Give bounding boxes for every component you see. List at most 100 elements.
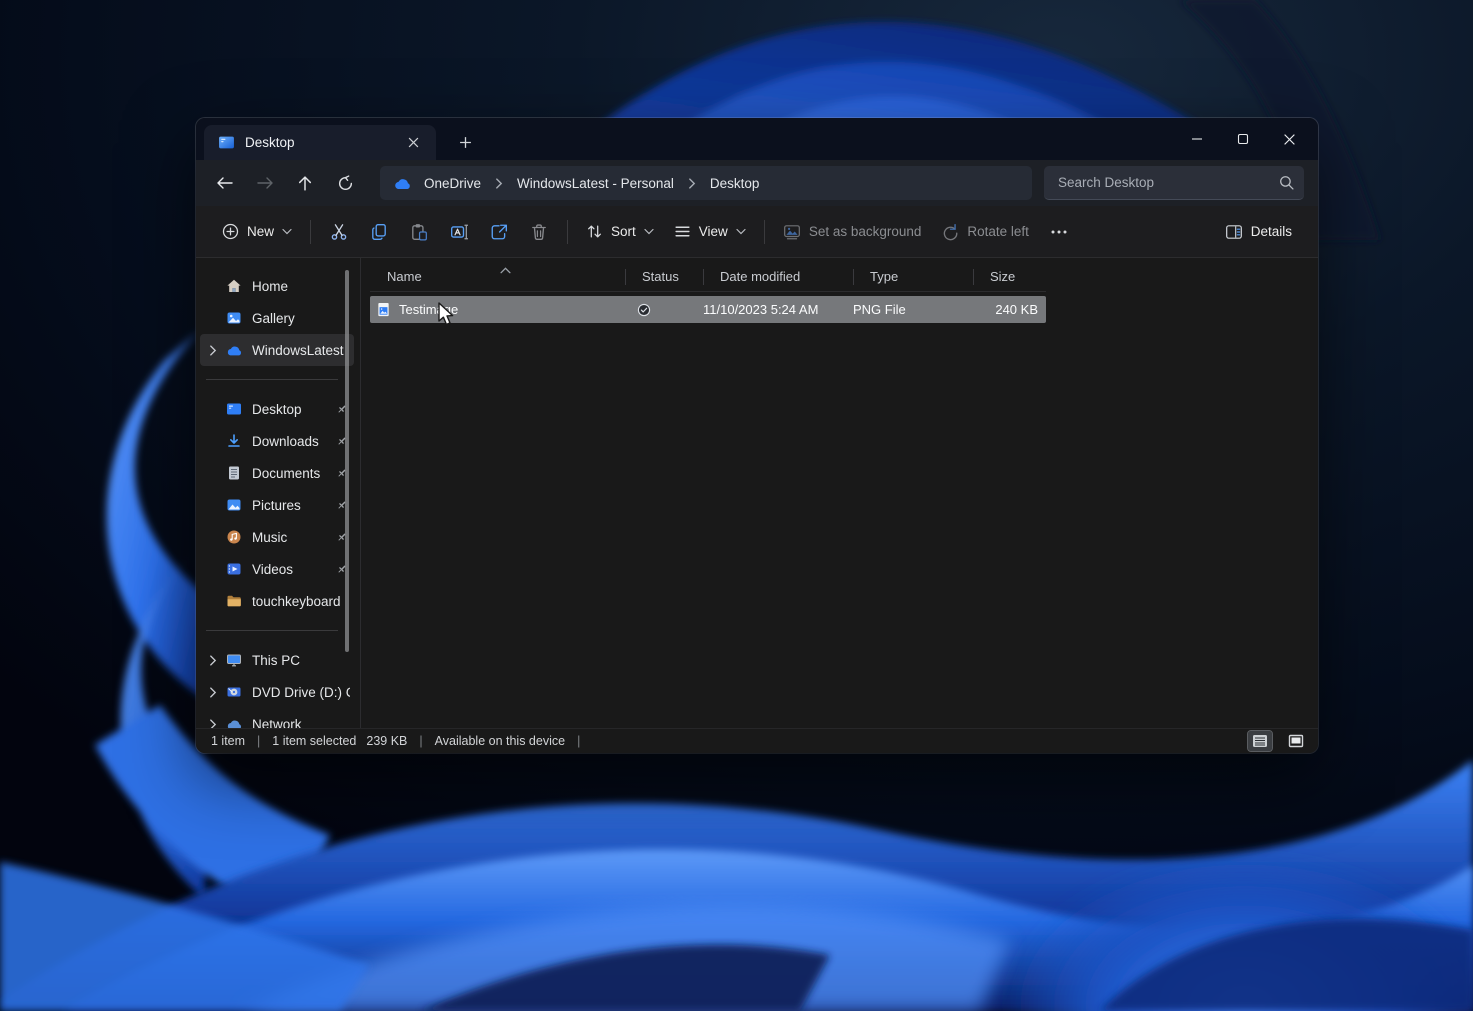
thumbnail-view-toggle[interactable] bbox=[1284, 731, 1308, 751]
view-button[interactable]: View bbox=[664, 214, 756, 250]
sidebar-item-onedrive-windowslatest[interactable]: WindowsLatest bbox=[200, 334, 354, 366]
sidebar-scrollbar[interactable] bbox=[345, 270, 349, 652]
sidebar-item-gallery[interactable]: Gallery bbox=[200, 302, 354, 334]
sidebar-item-dvd-drive[interactable]: DVD Drive (D:) C bbox=[200, 676, 354, 708]
gallery-icon bbox=[224, 310, 244, 326]
sidebar-separator bbox=[206, 379, 338, 380]
sidebar-item-this-pc[interactable]: This PC bbox=[200, 644, 354, 676]
png-file-icon bbox=[376, 302, 391, 317]
folder-icon bbox=[224, 593, 244, 609]
share-button[interactable] bbox=[479, 214, 519, 250]
column-header-status[interactable]: Status bbox=[625, 262, 703, 291]
file-list: Name Status Date modified Type Size bbox=[361, 258, 1318, 728]
set-as-background-button[interactable]: Set as background bbox=[773, 214, 932, 250]
ellipsis-icon bbox=[1051, 230, 1067, 234]
sort-button[interactable]: Sort bbox=[576, 214, 664, 250]
status-bar: 1 item | 1 item selected 239 KB | Availa… bbox=[196, 728, 1318, 753]
sidebar-item-music[interactable]: Music bbox=[200, 521, 354, 553]
status-item-count: 1 item bbox=[211, 734, 245, 748]
tab-close-icon[interactable] bbox=[400, 131, 426, 155]
more-options-button[interactable] bbox=[1039, 214, 1079, 250]
chevron-right-icon[interactable] bbox=[204, 687, 222, 698]
column-headers: Name Status Date modified Type Size bbox=[370, 262, 1046, 292]
sync-status-check-icon bbox=[637, 303, 651, 317]
videos-icon bbox=[224, 561, 244, 577]
sidebar-item-network[interactable]: Network bbox=[200, 708, 354, 728]
up-button[interactable] bbox=[286, 166, 324, 200]
file-explorer-window: Desktop bbox=[196, 118, 1318, 753]
breadcrumb-chevron-icon[interactable] bbox=[493, 178, 505, 189]
breadcrumb-chevron-icon[interactable] bbox=[686, 178, 698, 189]
search-icon bbox=[1279, 175, 1294, 190]
music-icon bbox=[224, 529, 244, 545]
onedrive-icon bbox=[224, 344, 244, 356]
cut-icon bbox=[330, 223, 348, 241]
sort-ascending-icon bbox=[500, 262, 511, 277]
set-as-background-label: Set as background bbox=[809, 224, 922, 239]
view-label: View bbox=[699, 224, 728, 239]
sidebar-item-documents[interactable]: Documents bbox=[200, 457, 354, 489]
chevron-down-icon bbox=[736, 228, 746, 235]
details-view-icon bbox=[1252, 734, 1268, 748]
sidebar-item-videos[interactable]: Videos bbox=[200, 553, 354, 585]
new-button[interactable]: New bbox=[212, 214, 302, 250]
share-icon bbox=[490, 223, 508, 241]
delete-button[interactable] bbox=[519, 214, 559, 250]
forward-button[interactable] bbox=[246, 166, 284, 200]
copy-button[interactable] bbox=[359, 214, 399, 250]
breadcrumb-item-desktop[interactable]: Desktop bbox=[702, 173, 768, 194]
tab-desktop[interactable]: Desktop bbox=[204, 125, 436, 160]
pictures-icon bbox=[224, 497, 244, 513]
rotate-left-button[interactable]: Rotate left bbox=[931, 214, 1039, 250]
cut-button[interactable] bbox=[319, 214, 359, 250]
rename-icon bbox=[450, 223, 468, 241]
sidebar-separator bbox=[206, 630, 338, 631]
rotate-left-label: Rotate left bbox=[967, 224, 1029, 239]
toolbar-separator bbox=[764, 220, 765, 244]
close-button[interactable] bbox=[1266, 118, 1312, 160]
sidebar-item-desktop[interactable]: Desktop bbox=[200, 393, 354, 425]
breadcrumb-item-account[interactable]: WindowsLatest - Personal bbox=[509, 173, 682, 194]
navigation-bar: OneDrive WindowsLatest - Personal Deskto… bbox=[196, 160, 1318, 206]
refresh-button[interactable] bbox=[326, 166, 364, 200]
tab-bar: Desktop bbox=[196, 118, 1318, 160]
details-button[interactable]: Details bbox=[1215, 214, 1302, 250]
sidebar-item-pictures[interactable]: Pictures bbox=[200, 489, 354, 521]
chevron-down-icon bbox=[644, 228, 654, 235]
sidebar: Home Gallery WindowsLatest bbox=[196, 258, 360, 728]
breadcrumb-item-onedrive[interactable]: OneDrive bbox=[416, 173, 489, 194]
column-header-date-modified[interactable]: Date modified bbox=[703, 262, 853, 291]
back-button[interactable] bbox=[206, 166, 244, 200]
details-panel-icon bbox=[1225, 223, 1243, 241]
plus-circle-icon bbox=[222, 223, 239, 240]
rotate-left-icon bbox=[941, 223, 959, 241]
sidebar-item-downloads[interactable]: Downloads bbox=[200, 425, 354, 457]
new-tab-button[interactable] bbox=[450, 128, 480, 156]
column-header-name[interactable]: Name bbox=[370, 262, 625, 291]
column-header-size[interactable]: Size bbox=[973, 262, 1046, 291]
details-view-toggle[interactable] bbox=[1248, 731, 1272, 751]
file-size: 240 KB bbox=[973, 302, 1046, 317]
search-input[interactable] bbox=[1058, 175, 1279, 190]
tab-title: Desktop bbox=[245, 135, 390, 150]
sidebar-item-touchkeyboard[interactable]: touchkeyboard bbox=[200, 585, 354, 617]
status-selected-size: 239 KB bbox=[366, 734, 407, 748]
file-type: PNG File bbox=[853, 302, 973, 317]
toolbar-separator bbox=[310, 220, 311, 244]
dvd-drive-icon bbox=[224, 684, 244, 700]
chevron-right-icon[interactable] bbox=[204, 719, 222, 729]
breadcrumb[interactable]: OneDrive WindowsLatest - Personal Deskto… bbox=[380, 166, 1032, 200]
file-name: Testimage bbox=[399, 302, 458, 317]
column-header-type[interactable]: Type bbox=[853, 262, 973, 291]
chevron-right-icon[interactable] bbox=[204, 655, 222, 666]
rename-button[interactable] bbox=[439, 214, 479, 250]
chevron-right-icon[interactable] bbox=[204, 345, 222, 356]
minimize-button[interactable] bbox=[1174, 118, 1220, 160]
file-row-testimage[interactable]: Testimage 11/10/2023 5:24 AM PNG File 24… bbox=[370, 296, 1046, 323]
search-box[interactable] bbox=[1044, 166, 1304, 200]
sidebar-item-home[interactable]: Home bbox=[200, 270, 354, 302]
chevron-down-icon bbox=[282, 228, 292, 235]
paste-button[interactable] bbox=[399, 214, 439, 250]
maximize-button[interactable] bbox=[1220, 118, 1266, 160]
desktop: Desktop bbox=[0, 0, 1473, 1011]
